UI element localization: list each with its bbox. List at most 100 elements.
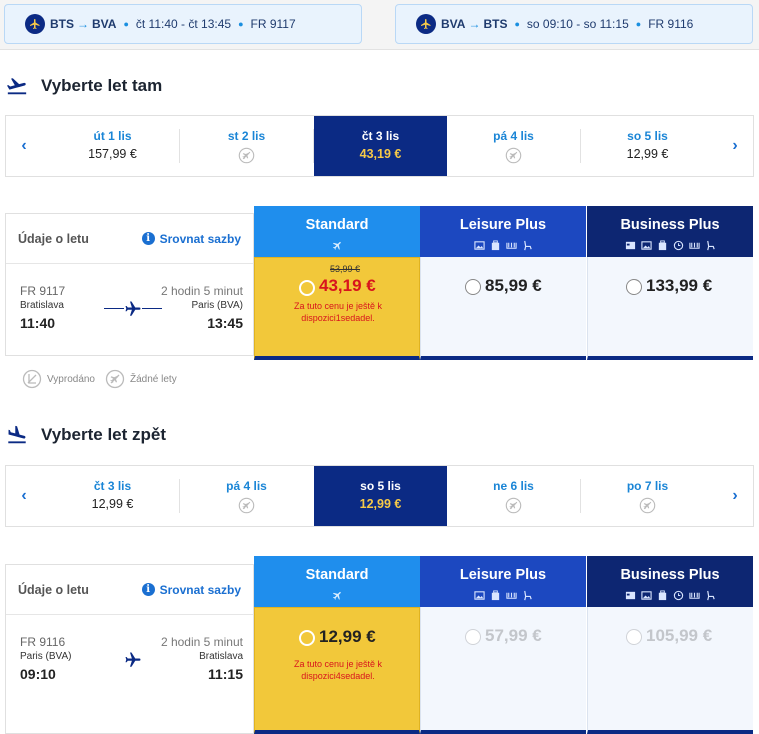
origin-city: Paris (BVA) [20,651,72,662]
compare-fares-link[interactable]: i Srovnat sazby [141,582,241,597]
clock-icon [673,590,683,601]
inbound-summary[interactable]: BVA → BTS ● so 09:10 - so 11:15 ● FR 911… [395,4,753,44]
plane-icon [125,652,141,667]
seat-icon [523,590,532,601]
flight-number: FR 9117 [20,284,66,298]
flight-details-header: Údaje o letu [18,582,89,597]
sold-out-label: Vyprodáno [47,373,95,385]
plane-icon [124,300,142,318]
chevron-left-icon: ‹ [21,487,27,504]
plane-icon [416,14,436,34]
date-price: 12,99 € [626,147,669,161]
photo-icon [473,241,485,250]
fare-price: 12,99 € [319,627,376,646]
photo-icon [473,591,485,600]
outbound-to: BVA [92,17,117,31]
date-option[interactable]: po 7 lis [581,466,714,526]
separator-dot: ● [123,19,129,29]
fare-radio[interactable] [465,279,481,295]
departure-time: 09:10 [20,666,56,682]
inbound-flight-details: Údaje o letu i Srovnat sazby FR 9116 2 h… [5,564,254,734]
date-option-selected[interactable]: so 5 lis 12,99 € [314,466,447,526]
fare-name: Leisure Plus [459,217,547,233]
outbound-title: Vyberte let tam [41,76,163,95]
fare-business-plus[interactable]: Business Plus 133,99 € [587,206,753,360]
flight-number: FR 9116 [20,635,66,649]
flight-duration: 2 hodin 5 minut [160,284,243,298]
compare-fares-label: Srovnat sazby [159,582,241,597]
itinerary-summary-bar: BTS → BVA ● čt 11:40 - čt 13:45 ● FR 911… [0,0,759,50]
separator-dot: ● [514,19,520,29]
date-option[interactable]: st 2 lis [180,116,313,176]
card-icon [625,591,635,600]
outbound-section-title: Vyberte let tam [6,75,162,97]
no-flights-icon [238,497,255,514]
fare-price: 105,99 € [646,626,713,645]
fare-radio[interactable] [626,629,642,645]
date-option[interactable]: pá 4 lis [180,466,313,526]
fare-name: Standard [305,217,369,233]
card-icon [625,241,635,250]
prev-dates-button[interactable]: ‹ [6,466,42,526]
arrival-time: 13:45 [207,315,243,331]
date-option[interactable]: pá 4 lis [447,116,580,176]
seat-row-icon [505,592,517,599]
date-label: ne 6 lis [493,479,534,493]
no-flights-label: Žádné lety [130,373,177,385]
fare-price: 133,99 € [646,276,713,295]
no-flights-icon [238,147,255,164]
seat-icon [523,240,532,251]
photo-icon [640,241,652,250]
flight-details-header: Údaje o letu [18,231,89,246]
outbound-from: BTS [50,17,74,31]
fare-price: 85,99 € [485,276,542,295]
seats-available-note: Za tuto cenu je ještě k dispozici4sedade… [293,659,383,681]
fare-standard[interactable]: Standard 53,99 € 43,19 € Za tuto cenu je… [254,206,420,360]
no-flights-icon [639,497,656,514]
info-icon: i [141,583,155,596]
seats-available-note: Za tuto cenu je ještě k dispozici1sedade… [293,301,383,323]
origin-city: Bratislava [20,300,64,311]
date-option[interactable]: ne 6 lis [447,466,580,526]
fare-business-plus[interactable]: Business Plus 105,99 € [587,556,753,734]
destination-city: Bratislava [199,651,243,662]
compare-fares-label: Srovnat sazby [159,231,241,246]
next-dates-button[interactable]: › [717,116,753,176]
no-flights-icon [105,369,125,389]
no-flights-icon [505,147,522,164]
compare-fares-link[interactable]: i Srovnat sazby [141,231,241,246]
separator-dot: ● [635,19,642,29]
fare-leisure-plus[interactable]: Leisure Plus 57,99 € [420,556,586,734]
date-label: so 5 lis [360,479,401,493]
sold-out-icon [22,369,42,389]
fare-radio[interactable] [299,630,315,646]
bag-icon [658,240,666,251]
seat-row-icon [688,242,700,249]
plane-landing-icon [8,425,26,444]
date-option[interactable]: čt 3 lis 12,99 € [46,466,179,526]
date-price: 157,99 € [88,147,137,161]
chevron-right-icon: › [732,137,738,154]
outbound-summary[interactable]: BTS → BVA ● čt 11:40 - čt 13:45 ● FR 911… [4,4,362,44]
date-option[interactable]: út 1 lis 157,99 € [46,116,179,176]
date-label: po 7 lis [626,479,669,493]
date-label: st 2 lis [227,129,266,143]
fare-radio[interactable] [299,280,315,296]
fare-radio[interactable] [465,629,481,645]
date-option-selected[interactable]: čt 3 lis 43,19 € [314,116,447,176]
original-price: 53,99 € [330,264,361,274]
prev-dates-button[interactable]: ‹ [6,116,42,176]
date-label: čt 3 lis [93,479,132,493]
next-dates-button[interactable]: › [717,466,753,526]
seat-row-icon [688,592,700,599]
outbound-flight-details: Údaje o letu i Srovnat sazby FR 9117 2 h… [5,213,254,356]
inbound-datetime: so 09:10 - so 11:15 [526,17,629,31]
separator-dot: ● [238,19,244,29]
fare-standard[interactable]: Standard 12,99 € Za tuto cenu je ještě k… [254,556,420,734]
date-label: čt 3 lis [361,129,400,143]
no-flights-icon [505,497,522,514]
route-arrow-icon: → [77,17,89,31]
fare-radio[interactable] [626,279,642,295]
fare-leisure-plus[interactable]: Leisure Plus 85,99 € [420,206,586,360]
date-option[interactable]: so 5 lis 12,99 € [581,116,714,176]
